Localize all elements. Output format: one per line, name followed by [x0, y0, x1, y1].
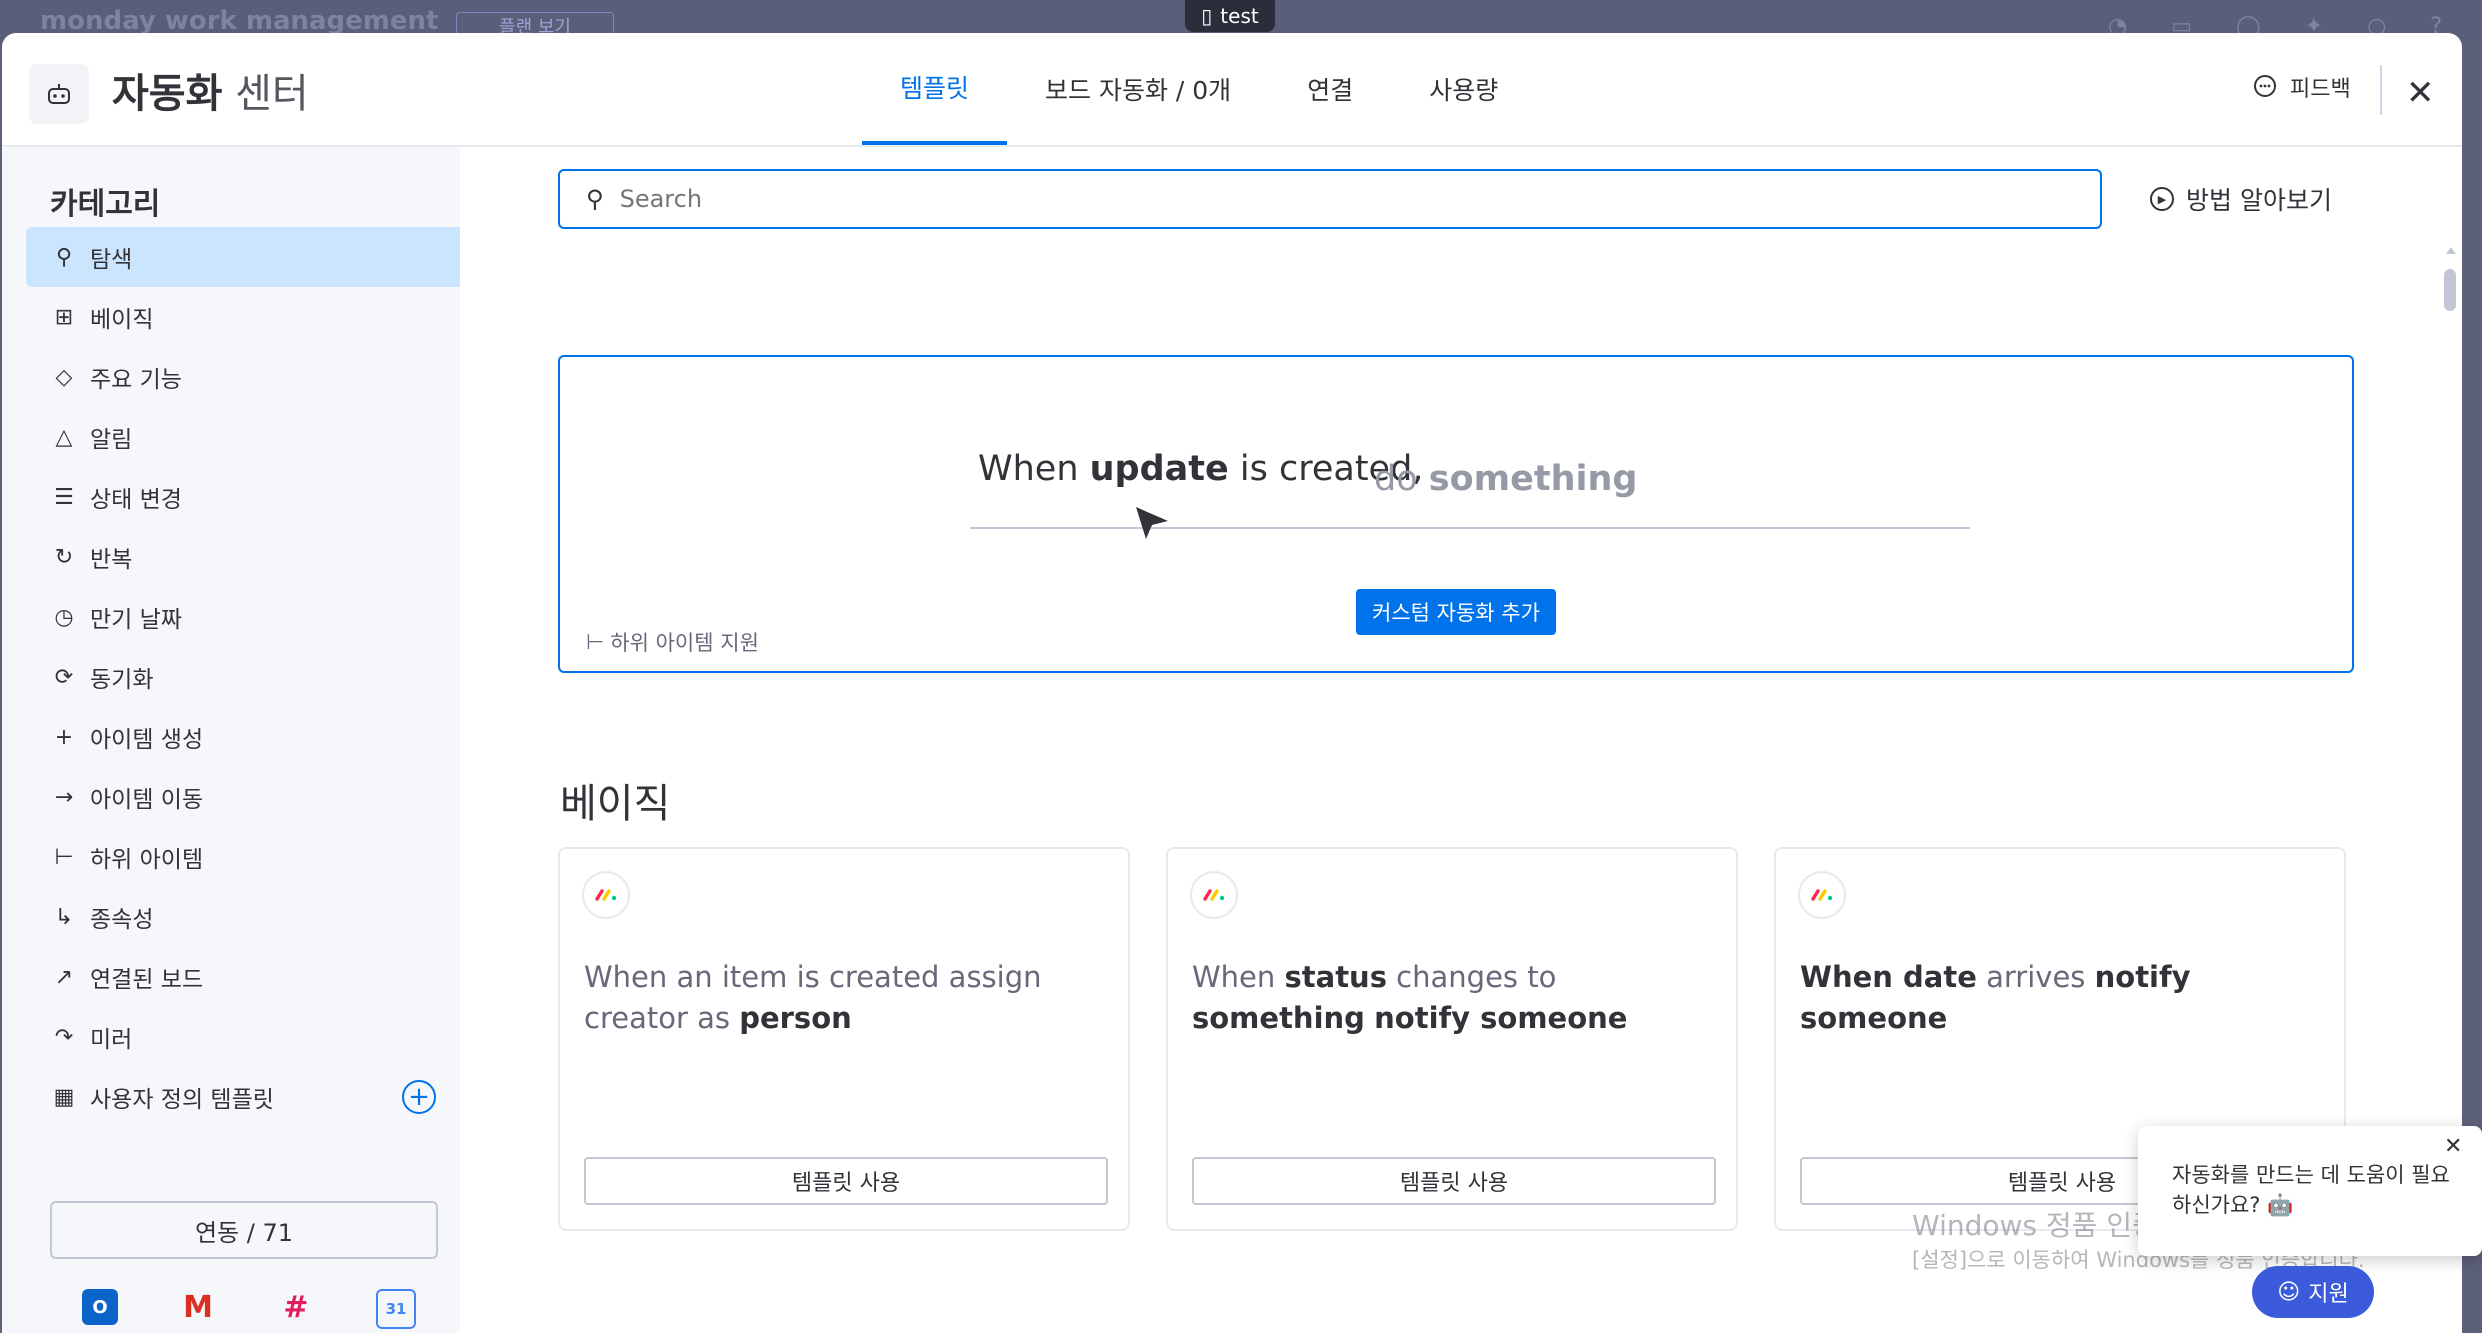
modal-header: 자동화 센터 템플릿 보드 자동화 / 0개 연결 사용량 피드백 ✕ — [2, 33, 2462, 147]
google-calendar-icon[interactable]: 31 — [376, 1289, 416, 1329]
category-item-key-features[interactable]: ◇ 주요 기능 — [26, 347, 460, 407]
learn-how-label: 방법 알아보기 — [2186, 186, 2332, 215]
gmail-icon[interactable]: M — [180, 1289, 216, 1325]
shapes-icon: ⊞ — [54, 304, 74, 330]
add-custom-automation-button[interactable]: 커스텀 자동화 추가 — [1356, 589, 1556, 635]
use-template-button[interactable]: 템플릿 사용 — [1192, 1157, 1716, 1205]
header-divider — [2380, 65, 2382, 115]
custom-automation-card: When update is created, do something 커스텀… — [558, 355, 2354, 673]
feedback-label: 피드백 — [2290, 77, 2351, 102]
automation-center-modal: 자동화 센터 템플릿 보드 자동화 / 0개 연결 사용량 피드백 ✕ 카테고리… — [2, 33, 2462, 1333]
hero-underline — [970, 527, 1970, 529]
support-label: 지원 — [2308, 1282, 2349, 1307]
category-item-subitems[interactable]: ⊢ 하위 아이템 — [26, 827, 460, 887]
search-input[interactable] — [617, 184, 2022, 214]
arrow-up-right-icon: ↗ — [54, 964, 74, 990]
category-item-custom-templates[interactable]: ▦ 사용자 정의 템플릿 + — [26, 1067, 460, 1127]
building-icon: ▦ — [53, 1084, 75, 1110]
section-title-basic: 베이직 — [560, 781, 671, 827]
hero-action: do something — [1374, 459, 1638, 499]
category-item-sync[interactable]: ⟳ 동기화 — [26, 647, 460, 707]
diamond-icon: ◇ — [55, 364, 73, 390]
tab-usage[interactable]: 사용량 — [1391, 33, 1536, 145]
add-custom-template-button[interactable]: + — [402, 1080, 436, 1114]
template-description: When status changes to something notify … — [1192, 960, 1628, 1035]
tab-board-automations[interactable]: 보드 자동화 / 0개 — [1007, 33, 1269, 145]
mirror-icon: ↷ — [54, 1024, 74, 1050]
window-icon: ▯ — [1201, 4, 1213, 28]
robot-icon: ☺ — [2277, 1279, 2301, 1305]
cursor-icon — [1136, 507, 1168, 539]
telescope-icon: ⚲ — [55, 244, 73, 270]
scrollbar-thumb[interactable] — [2444, 269, 2456, 311]
hero-sentence: When update is created, — [978, 449, 1424, 489]
play-icon: ▶ — [2150, 187, 2174, 211]
template-description: When date arrives notify someone — [1800, 960, 2191, 1035]
category-item-notifications[interactable]: △ 알림 — [26, 407, 460, 467]
robot-icon — [29, 64, 89, 124]
category-item-recurring[interactable]: ↻ 반복 — [26, 527, 460, 587]
template-card[interactable]: When status changes to something notify … — [1166, 847, 1738, 1231]
close-icon[interactable]: ✕ — [2444, 1134, 2462, 1159]
search-box[interactable]: ⚲ — [558, 169, 2102, 229]
use-template-button[interactable]: 템플릿 사용 — [584, 1157, 1108, 1205]
category-item-dependency[interactable]: ↳ 종속성 — [26, 887, 460, 947]
monday-logo-icon — [582, 871, 630, 919]
alarm-icon: ◷ — [54, 604, 74, 630]
page-title: 자동화 센터 — [112, 71, 309, 117]
plus-icon: + — [54, 724, 74, 750]
help-popup: ✕ 자동화를 만드는 데 도움이 필요하신가요? 🤖 — [2138, 1126, 2482, 1256]
category-item-explore[interactable]: ⚲ 탐색 — [26, 227, 460, 287]
support-button[interactable]: ☺ 지원 — [2252, 1266, 2374, 1318]
recurring-icon: ↻ — [54, 544, 74, 570]
scroll-up-arrow[interactable] — [2446, 247, 2456, 254]
slack-icon[interactable]: # — [278, 1289, 314, 1325]
monday-logo-icon — [1798, 871, 1846, 919]
category-item-basic[interactable]: ⊞ 베이직 — [26, 287, 460, 347]
tab-bar: 템플릿 보드 자동화 / 0개 연결 사용량 — [862, 33, 1536, 145]
sync-icon: ⟳ — [54, 664, 74, 690]
category-sidebar: 카테고리 ⚲ 탐색 ⊞ 베이직 ◇ 주요 기능 △ 알림 ☰ 상태 변경 ↻ 반복 ◷ 만기 … — [2, 147, 460, 1333]
dependency-icon: ↳ — [54, 904, 74, 930]
window-tab[interactable]: ▯ test — [1185, 0, 1275, 32]
windows-activation-watermark: Windows 정품 인증 — [1912, 1209, 2158, 1242]
category-title: 카테고리 — [50, 187, 161, 222]
bell-icon: △ — [55, 424, 73, 450]
list-icon: ☰ — [54, 484, 74, 510]
window-tab-label: test — [1220, 4, 1259, 28]
learn-how-link[interactable]: ▶ 방법 알아보기 — [2150, 181, 2332, 217]
outlook-icon[interactable]: O — [82, 1289, 118, 1325]
arrow-right-icon: → — [54, 784, 74, 810]
category-item-status-change[interactable]: ☰ 상태 변경 — [26, 467, 460, 527]
search-icon: ⚲ — [586, 185, 604, 213]
category-item-item-move[interactable]: → 아이템 이동 — [26, 767, 460, 827]
monday-logo-icon — [1190, 871, 1238, 919]
tab-templates[interactable]: 템플릿 — [862, 33, 1008, 145]
subitem-icon: ⊢ — [54, 844, 74, 870]
help-text: 자동화를 만드는 데 도움이 필요하신가요? 🤖 — [2172, 1163, 2450, 1217]
subitem-icon: ⊢ — [586, 630, 605, 654]
category-item-mirror[interactable]: ↷ 미러 — [26, 1007, 460, 1067]
category-item-connected-boards[interactable]: ↗ 연결된 보드 — [26, 947, 460, 1007]
integration-apps: O M # 31 — [82, 1289, 416, 1329]
category-item-due-date[interactable]: ◷ 만기 날짜 — [26, 587, 460, 647]
subitem-support-label: ⊢ 하위 아이템 지원 — [586, 630, 759, 655]
integrations-button[interactable]: 연동 / 71 — [50, 1201, 438, 1259]
template-description: When an item is created assign creator a… — [584, 960, 1042, 1035]
tab-connections[interactable]: 연결 — [1269, 33, 1391, 145]
feedback-button[interactable]: 피드백 — [2252, 71, 2351, 103]
template-card[interactable]: When an item is created assign creator a… — [558, 847, 1130, 1231]
category-list: ⚲ 탐색 ⊞ 베이직 ◇ 주요 기능 △ 알림 ☰ 상태 변경 ↻ 반복 ◷ 만기 날짜 ⟳ 동… — [26, 227, 460, 1127]
close-icon[interactable]: ✕ — [2406, 73, 2435, 113]
feedback-icon — [2254, 75, 2276, 97]
category-item-item-creation[interactable]: + 아이템 생성 — [26, 707, 460, 767]
app-logo: monday work management — [40, 6, 439, 36]
